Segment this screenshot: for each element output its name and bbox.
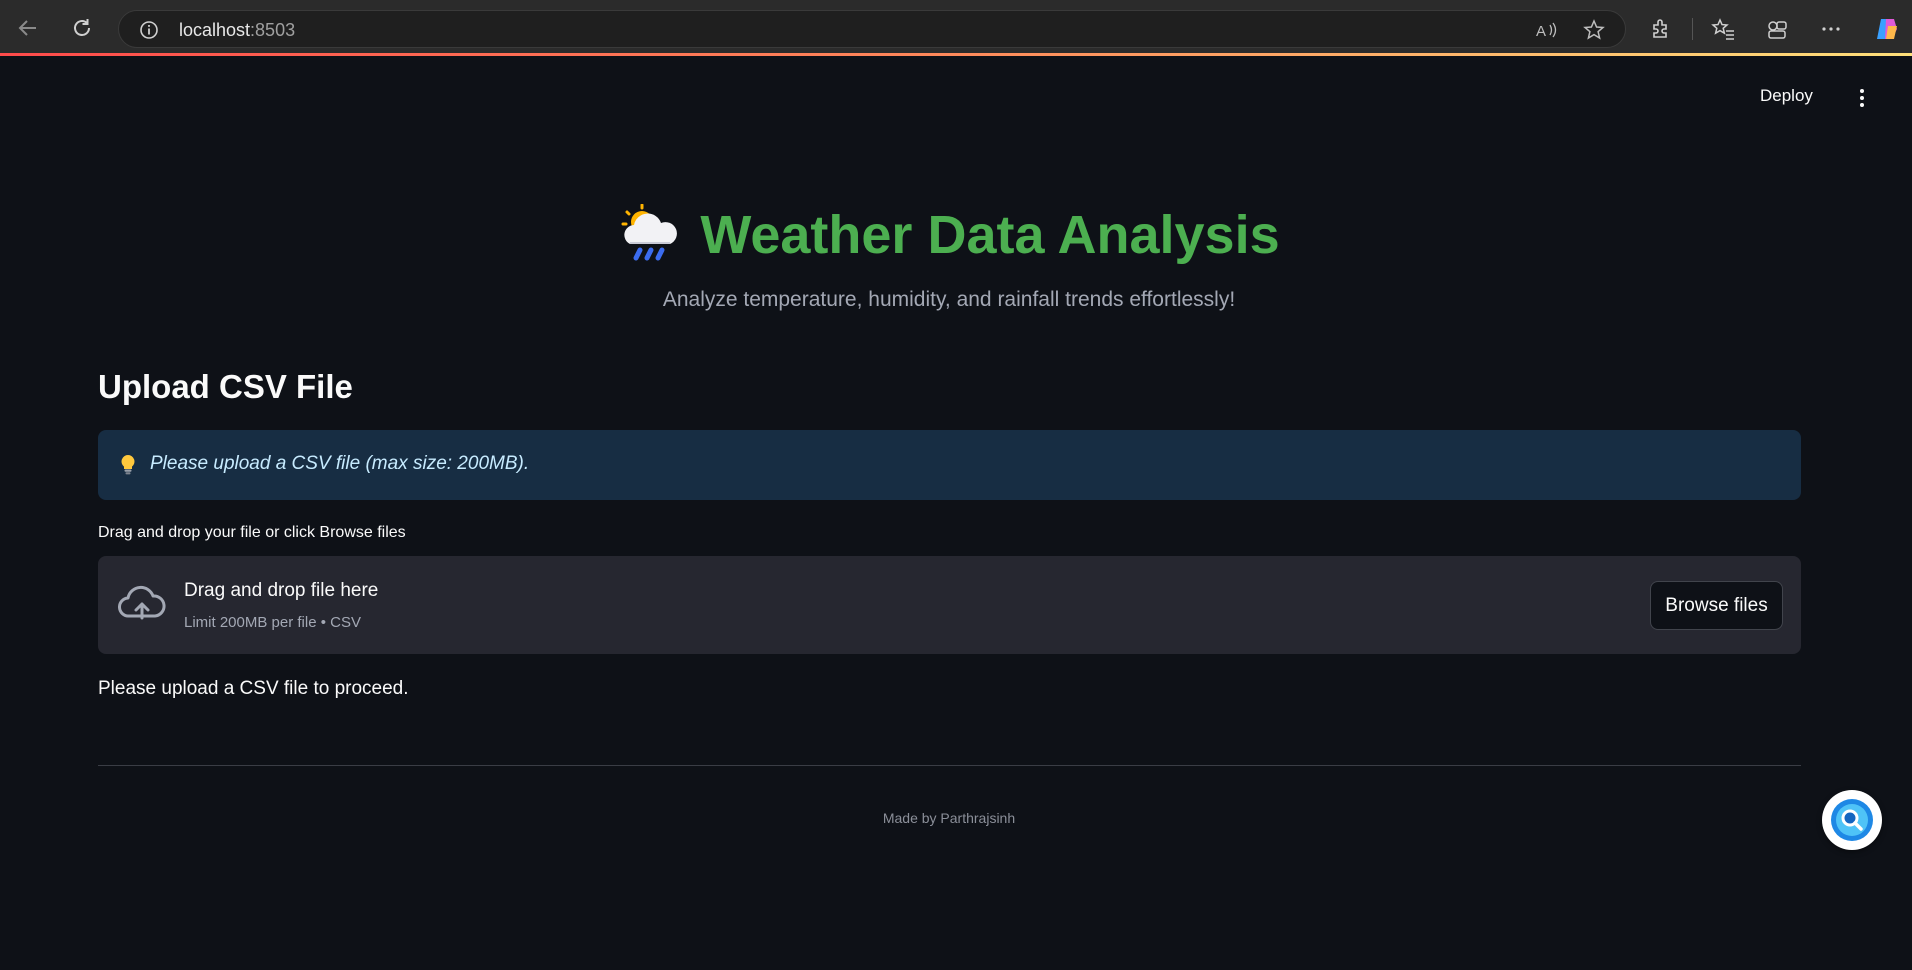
- cloud-upload-icon: [118, 585, 166, 620]
- copilot-icon[interactable]: [1872, 14, 1902, 44]
- reload-icon: [74, 19, 90, 36]
- page-subtitle: Analyze temperature, humidity, and rainf…: [662, 288, 1236, 311]
- footer-credit: Made by Parthrajsinh: [882, 810, 1016, 826]
- file-dropzone[interactable]: Drag and drop file here Limit 200MB per …: [98, 556, 1801, 654]
- main-menu-button[interactable]: [1850, 86, 1874, 110]
- status-message: Please upload a CSV file to proceed.: [98, 678, 409, 699]
- reload-button[interactable]: [66, 12, 98, 44]
- floating-assistant-button[interactable]: [1822, 790, 1882, 850]
- url-text[interactable]: localhost:8503: [179, 20, 295, 41]
- extensions-icon[interactable]: [1648, 16, 1674, 42]
- url-port: :8503: [250, 20, 296, 40]
- dropzone-limit-text: Limit 200MB per file • CSV: [184, 614, 361, 631]
- kebab-dot: [1860, 96, 1864, 100]
- browser-toolbar: localhost:8503 A: [0, 0, 1912, 56]
- file-uploader-label: Drag and drop your file or click Browse …: [98, 524, 406, 541]
- page-scrollbar[interactable]: [1898, 56, 1912, 970]
- title-container: Weather Data Analysis: [0, 204, 1898, 271]
- kebab-dot: [1860, 103, 1864, 107]
- footer-divider: [98, 765, 1801, 766]
- read-aloud-icon[interactable]: A: [1535, 19, 1557, 41]
- streamlit-app: Deploy Weather Data Analysis Analyze tem…: [0, 56, 1912, 970]
- info-alert: Please upload a CSV file (max size: 200M…: [98, 430, 1801, 500]
- title-text: Weather Data Analysis: [700, 205, 1280, 265]
- cloud-rain-sun-icon: [621, 204, 678, 261]
- dropzone-title: Drag and drop file here: [184, 580, 379, 601]
- page-title: Weather Data Analysis: [618, 204, 1280, 266]
- deploy-button[interactable]: Deploy: [1760, 86, 1813, 106]
- back-button[interactable]: [12, 12, 44, 44]
- browse-files-button[interactable]: Browse files: [1650, 581, 1783, 630]
- address-bar[interactable]: localhost:8503 A: [118, 10, 1626, 48]
- favorites-icon[interactable]: [1710, 16, 1736, 42]
- more-options-icon[interactable]: [1818, 16, 1844, 42]
- favorite-star-icon[interactable]: [1583, 19, 1605, 41]
- back-arrow-icon: [18, 20, 36, 36]
- url-host: localhost: [179, 20, 251, 40]
- upload-section-heading: Upload CSV File: [98, 368, 353, 405]
- svg-text:A: A: [1536, 23, 1546, 40]
- toolbar-separator: [1692, 18, 1693, 40]
- info-message: Please upload a CSV file (max size: 200M…: [150, 453, 530, 474]
- kebab-dot: [1860, 89, 1864, 93]
- assistant-search-icon: [1831, 799, 1873, 841]
- site-info-icon[interactable]: [139, 20, 159, 40]
- lightbulb-icon: [121, 455, 135, 475]
- collections-icon[interactable]: [1764, 16, 1790, 42]
